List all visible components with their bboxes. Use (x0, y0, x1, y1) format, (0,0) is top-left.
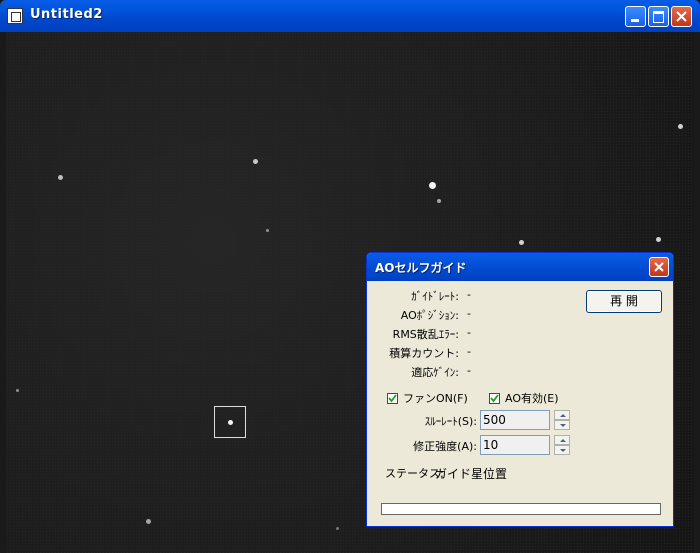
close-icon (654, 262, 664, 272)
check-icon (388, 393, 397, 402)
close-button[interactable] (671, 6, 692, 27)
minimize-button[interactable] (625, 6, 646, 27)
adaptive-gain-label: 適応ｹﾞｲﾝ: (411, 366, 459, 379)
star (678, 124, 683, 129)
maximize-button[interactable] (648, 6, 669, 27)
spin-up-icon[interactable] (554, 435, 570, 445)
main-titlebar[interactable]: Untitled2 (0, 0, 700, 32)
count-label: 積算カウント: (389, 347, 459, 360)
star (58, 175, 63, 180)
guide-rate-value: - (467, 288, 471, 301)
correction-stepper[interactable] (554, 435, 570, 455)
correction-input[interactable]: 10 (480, 435, 550, 455)
restart-button[interactable]: 再 開 (586, 290, 662, 313)
dialog-title: AOセルフガイド (375, 261, 467, 275)
correction-label: 修正強度(A): (413, 440, 477, 453)
ao-enable-check[interactable] (489, 392, 500, 404)
slew-rate-label: ｽﾙｰﾚｰﾄ(S): (424, 415, 477, 428)
close-icon (676, 11, 687, 22)
star (656, 237, 661, 242)
star (146, 519, 151, 524)
slew-rate-stepper[interactable] (554, 410, 570, 430)
star (253, 159, 258, 164)
status-value: ガイド星位置 (435, 467, 508, 481)
spin-down-icon[interactable] (554, 420, 570, 430)
fan-on-check[interactable] (387, 392, 398, 404)
star (266, 229, 269, 232)
star (519, 240, 524, 245)
spin-up-icon[interactable] (554, 410, 570, 420)
ao-position-value: - (467, 307, 471, 320)
adaptive-gain-value: - (467, 364, 471, 377)
dialog-titlebar[interactable]: AOセルフガイド (367, 253, 673, 281)
ao-enable-label: AO有効(E) (505, 392, 559, 405)
window-icon (7, 8, 23, 24)
ao-position-label: AOﾎﾟｼﾞｼｮﾝ: (400, 309, 459, 322)
rms-error-label: RMS散乱ｴﾗｰ: (392, 328, 459, 341)
fan-on-checkbox[interactable]: ファンON(F) (387, 390, 468, 406)
count-value: - (467, 345, 471, 358)
spin-down-icon[interactable] (554, 445, 570, 455)
guide-star-box[interactable] (214, 406, 246, 438)
rms-error-value: - (467, 326, 471, 339)
window-title: Untitled2 (30, 7, 103, 22)
guide-rate-label: ｶﾞｲﾄﾞﾚｰﾄ: (411, 290, 459, 303)
progress-bar (381, 503, 661, 515)
star (429, 182, 436, 189)
star (336, 527, 339, 530)
star (16, 389, 19, 392)
fan-on-label: ファンON(F) (403, 392, 468, 405)
dialog-close-button[interactable] (649, 257, 669, 277)
ao-self-guide-dialog: AOセルフガイド ｶﾞｲﾄﾞﾚｰﾄ: - AOﾎﾟｼﾞｼｮﾝ: - RMS散乱ｴ… (366, 252, 674, 527)
star (437, 199, 441, 203)
slew-rate-input[interactable]: 500 (480, 410, 550, 430)
check-icon (490, 393, 499, 402)
ao-enable-checkbox[interactable]: AO有効(E) (489, 390, 559, 406)
